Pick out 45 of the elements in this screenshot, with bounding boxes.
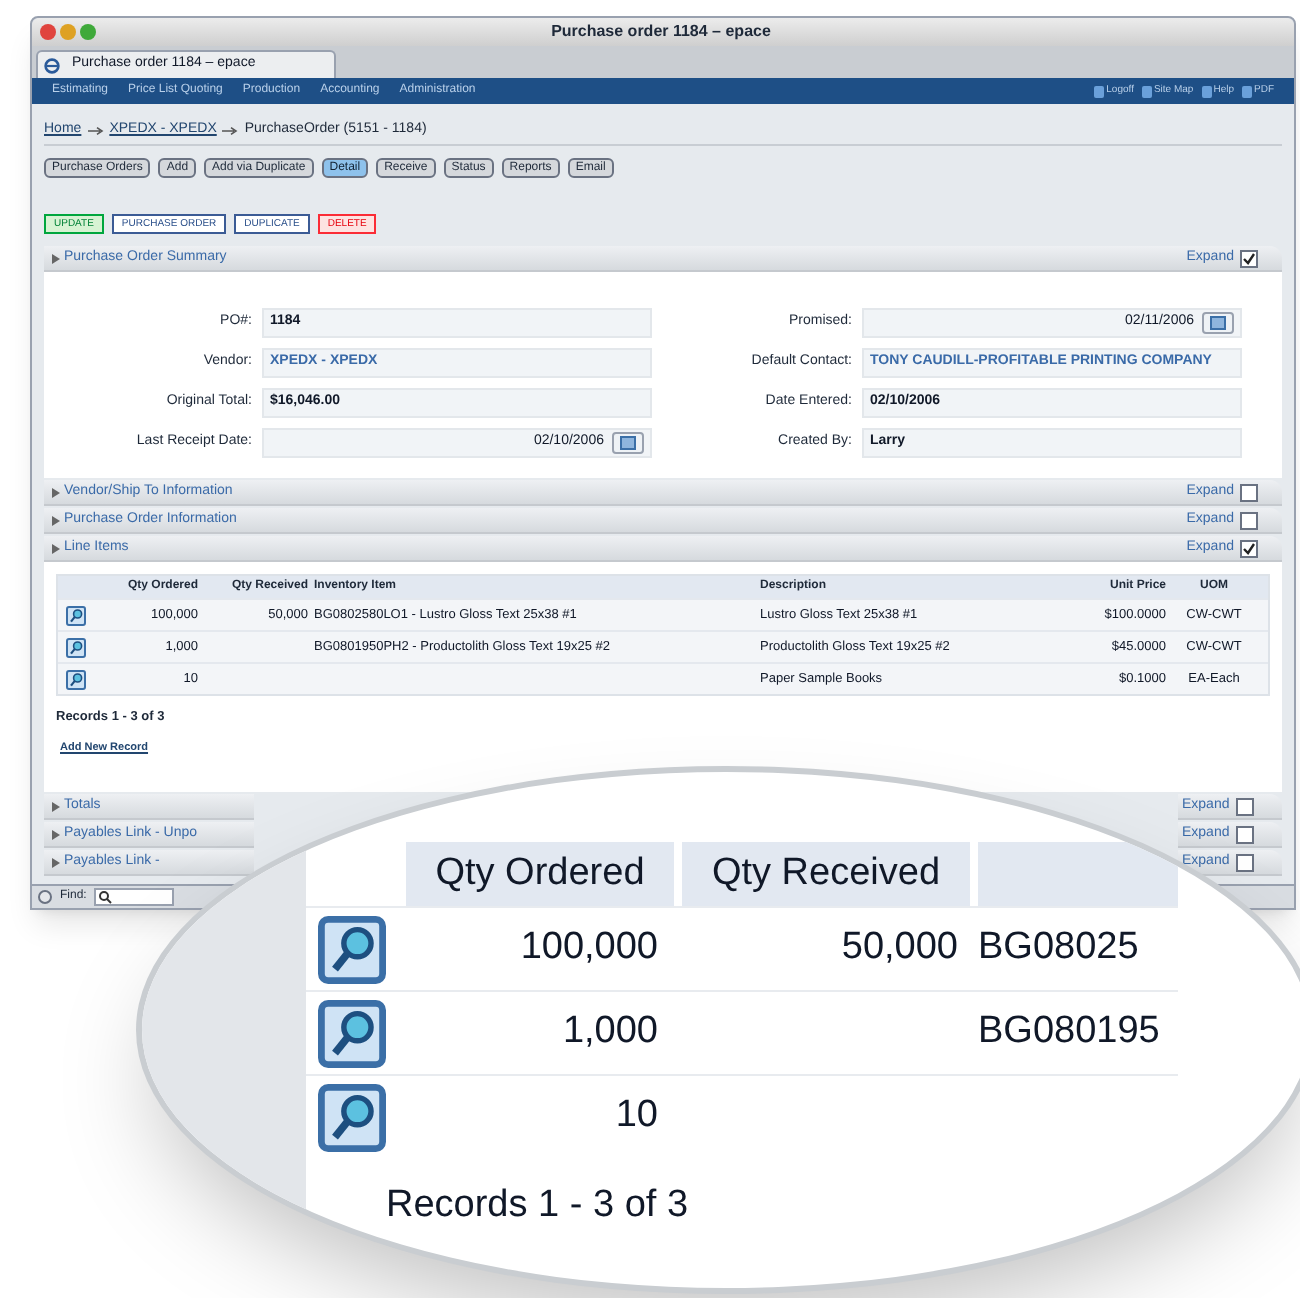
table-cell-text: 10 xyxy=(613,1092,660,1141)
expand-checkbox[interactable] xyxy=(1235,853,1254,871)
records-count: Records 1 - 3 of 3 xyxy=(386,1182,691,1230)
site-icon xyxy=(44,57,60,73)
breadcrumb-arrow-icon xyxy=(87,126,104,136)
stop-icon[interactable] xyxy=(38,890,52,904)
find-field[interactable] xyxy=(94,888,175,906)
view-record-icon[interactable] xyxy=(66,669,86,689)
calendar-button[interactable] xyxy=(1202,312,1234,334)
disclosure-icon xyxy=(52,253,60,263)
view-record-icon[interactable] xyxy=(318,1083,386,1151)
breadcrumb-arrow-icon xyxy=(222,126,239,136)
nav-link-icon xyxy=(1094,85,1105,97)
view-record-icon[interactable] xyxy=(66,637,86,657)
nav-link-icon xyxy=(1242,85,1252,97)
column-header: Qty Ordered xyxy=(406,842,674,906)
column-header: Qty Received xyxy=(682,842,970,906)
table-cell-text: 50,000 xyxy=(839,924,960,973)
calendar-icon xyxy=(1210,316,1226,330)
view-record-icon[interactable] xyxy=(318,915,386,983)
calendar-icon xyxy=(620,436,636,450)
expand-checkbox[interactable] xyxy=(1240,249,1258,267)
disclosure-icon xyxy=(52,487,60,497)
expand-checkbox[interactable] xyxy=(1240,539,1258,557)
window-title: Purchase order 1184 – epace xyxy=(549,20,773,44)
expand-checkbox[interactable] xyxy=(1240,483,1258,501)
table-cell-text: BG08025 xyxy=(978,924,1141,973)
view-record-icon[interactable] xyxy=(66,605,86,625)
view-record-icon[interactable] xyxy=(318,999,386,1067)
expand-checkbox[interactable] xyxy=(1235,797,1254,815)
nav-link-icon xyxy=(1141,85,1152,97)
search-icon xyxy=(98,890,113,904)
table-cell-text: BG080195 xyxy=(978,1008,1162,1057)
disclosure-icon xyxy=(52,515,60,525)
disclosure-icon xyxy=(52,829,60,839)
expand-checkbox[interactable] xyxy=(1235,825,1254,843)
close-button[interactable] xyxy=(40,24,56,40)
calendar-button[interactable] xyxy=(612,432,644,454)
nav-link-icon xyxy=(1201,85,1212,97)
disclosure-icon xyxy=(52,543,60,553)
table-cell-text: 100,000 xyxy=(518,924,660,973)
disclosure-icon xyxy=(52,857,60,867)
expand-checkbox[interactable] xyxy=(1240,511,1258,529)
table-cell-text: 1,000 xyxy=(560,1008,660,1057)
disclosure-icon xyxy=(52,801,60,811)
